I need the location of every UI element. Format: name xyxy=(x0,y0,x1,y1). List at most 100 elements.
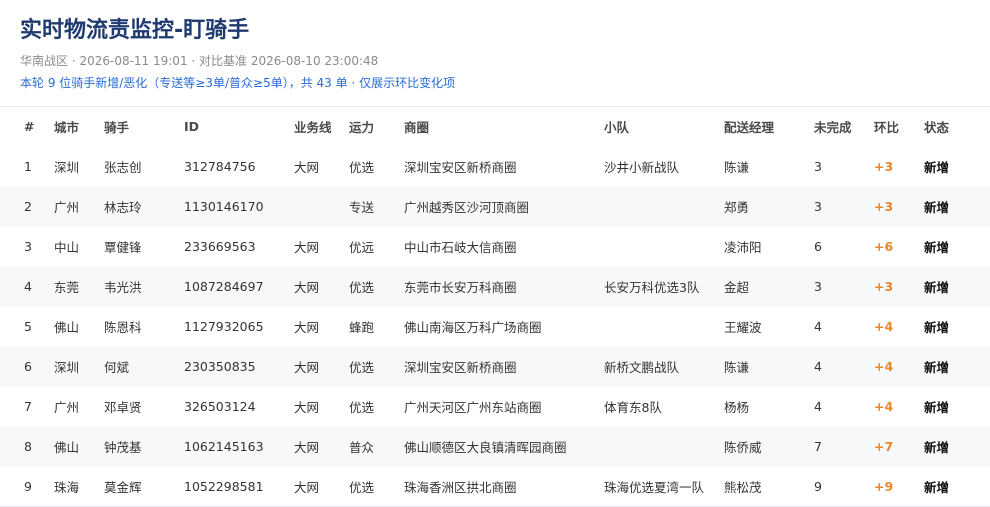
cell-id: 1127932065 xyxy=(184,319,264,334)
cell-business-line: 大网 xyxy=(294,440,320,455)
cell-district: 广州越秀区沙河顶商圈 xyxy=(404,200,530,215)
cell-team: 长安万科优选3队 xyxy=(604,280,700,295)
cell-id: 312784756 xyxy=(184,159,256,174)
cell-team xyxy=(604,307,724,347)
table-row: 8 佛山 钟茂基 1062145163 大网 普众 佛山顺德区大良镇清晖园商圈 陈侨威 7 +7 新… xyxy=(0,426,990,467)
cell-manager: 陈侨威 xyxy=(724,440,762,455)
cell-pending: 4 xyxy=(814,319,822,334)
cell-team: 新桥文鹏战队 xyxy=(604,360,680,375)
cell-pending: 3 xyxy=(814,279,822,294)
cell-district: 佛山顺德区大良镇清晖园商圈 xyxy=(404,440,567,455)
cell-district: 珠海香洲区拱北商圈 xyxy=(404,479,517,495)
cell-index: 1 xyxy=(24,159,32,174)
cell-delta: +3 xyxy=(874,159,894,174)
cell-status: 新增 xyxy=(924,160,950,175)
table-row: 9 珠海 莫金辉 1052298581 大网 优选 珠海香洲区拱北商圈 珠海优选夏湾一队 熊松茂… xyxy=(0,467,990,507)
cell-pending: 4 xyxy=(814,359,822,374)
cell-city: 广州 xyxy=(54,200,80,215)
cell-capacity: 优选 xyxy=(349,360,375,375)
cell-city: 广州 xyxy=(54,400,80,415)
cell-index: 4 xyxy=(24,279,32,294)
table-row: 2 广州 林志玲 1130146170 专送 广州越秀区沙河顶商圈 郑勇 3 +3 新增 xyxy=(0,186,990,227)
cell-city: 东莞 xyxy=(54,280,80,295)
cell-status: 新增 xyxy=(924,360,950,375)
cell-index: 5 xyxy=(24,319,32,334)
column-header-id: ID xyxy=(184,119,200,135)
cell-rider: 钟茂基 xyxy=(104,440,142,455)
cell-city: 深圳 xyxy=(54,160,80,175)
cell-delta: +7 xyxy=(874,439,894,454)
cell-capacity: 优选 xyxy=(349,280,375,295)
cell-manager: 陈谦 xyxy=(724,360,750,375)
column-header-pending: 未完成 xyxy=(814,120,852,136)
cell-city: 佛山 xyxy=(54,320,80,335)
cell-pending: 6 xyxy=(814,239,822,254)
page-subtitle: 华南战区 · 2026-08-11 19:01 · 对比基准 2026-08-1… xyxy=(20,54,379,68)
column-header-rider: 骑手 xyxy=(104,120,130,136)
column-header-status: 状态 xyxy=(924,120,950,136)
cell-manager: 凌沛阳 xyxy=(724,240,762,255)
cell-rider: 韦光洪 xyxy=(104,280,142,295)
table-body: 1 深圳 张志创 312784756 大网 优选 深圳宝安区新桥商圈 沙井小新战队 陈谦 3 +3 新… xyxy=(0,147,990,507)
cell-status: 新增 xyxy=(924,240,950,255)
cell-team: 沙井小新战队 xyxy=(604,160,680,175)
cell-delta: +3 xyxy=(874,279,894,294)
cell-business-line: 大网 xyxy=(294,240,320,255)
cell-capacity: 专送 xyxy=(349,200,375,215)
cell-index: 6 xyxy=(24,359,32,374)
column-header-delta: 环比 xyxy=(874,120,900,136)
cell-district: 中山市石岐大信商圈 xyxy=(404,240,517,255)
cell-capacity: 优选 xyxy=(349,479,375,495)
cell-manager: 陈谦 xyxy=(724,160,750,175)
cell-id: 1052298581 xyxy=(184,478,264,494)
cell-pending: 3 xyxy=(814,159,822,174)
cell-index: 2 xyxy=(24,199,32,214)
cell-status: 新增 xyxy=(924,440,950,455)
cell-manager: 杨杨 xyxy=(724,400,750,415)
cell-status: 新增 xyxy=(924,200,950,215)
page-title: 实时物流责监控-盯骑手 xyxy=(20,18,250,43)
cell-manager: 郑勇 xyxy=(724,200,750,215)
cell-business-line: 大网 xyxy=(294,360,320,375)
cell-rider: 覃健锋 xyxy=(104,240,142,255)
cell-capacity: 优选 xyxy=(349,160,375,175)
table-row: 4 东莞 韦光洪 1087284697 大网 优选 东莞市长安万科商圈 长安万科优选3队 金超 3… xyxy=(0,266,990,307)
cell-status: 新增 xyxy=(924,400,950,415)
cell-capacity: 优选 xyxy=(349,400,375,415)
cell-rider: 莫金辉 xyxy=(104,479,142,495)
cell-business-line: 大网 xyxy=(294,280,320,295)
cell-district: 广州天河区广州东站商圈 xyxy=(404,400,542,415)
cell-district: 深圳宝安区新桥商圈 xyxy=(404,360,517,375)
cell-index: 8 xyxy=(24,439,32,454)
summary-notice: 本轮 9 位骑手新增/恶化（专送等≥3单/普众≥5单），共 43 单 · 仅展示… xyxy=(20,76,456,90)
cell-delta: +9 xyxy=(874,478,894,494)
cell-city: 深圳 xyxy=(54,360,80,375)
cell-district: 深圳宝安区新桥商圈 xyxy=(404,160,517,175)
cell-city: 佛山 xyxy=(54,440,80,455)
column-header-index: # xyxy=(24,119,35,135)
cell-pending: 3 xyxy=(814,199,822,214)
table-row: 5 佛山 陈恩科 1127932065 大网 蜂跑 佛山南海区万科广场商圈 王耀波 4 +4 新增 xyxy=(0,307,990,347)
cell-status: 新增 xyxy=(924,479,950,495)
cell-manager: 王耀波 xyxy=(724,320,762,335)
cell-district: 佛山南海区万科广场商圈 xyxy=(404,320,542,335)
table-row: 7 广州 邓卓贤 326503124 大网 优选 广州天河区广州东站商圈 体育东8队 杨杨 4 +4… xyxy=(0,387,990,427)
cell-index: 3 xyxy=(24,239,32,254)
cell-team xyxy=(604,427,724,467)
cell-rider: 邓卓贤 xyxy=(104,400,142,415)
table-row: 6 深圳 何斌 230350835 大网 优选 深圳宝安区新桥商圈 新桥文鹏战队 陈谦 4 +4 新增 xyxy=(0,346,990,387)
cell-id: 1062145163 xyxy=(184,439,264,454)
table-row: 1 深圳 张志创 312784756 大网 优选 深圳宝安区新桥商圈 沙井小新战队 陈谦 3 +3 新… xyxy=(0,147,990,187)
cell-id: 230350835 xyxy=(184,359,256,374)
cell-business-line xyxy=(294,187,349,227)
cell-id: 326503124 xyxy=(184,399,256,414)
cell-pending: 9 xyxy=(814,478,822,494)
cell-delta: +4 xyxy=(874,359,894,374)
cell-team: 体育东8队 xyxy=(604,400,662,415)
cell-index: 9 xyxy=(24,478,32,494)
cell-team xyxy=(604,227,724,267)
cell-status: 新增 xyxy=(924,280,950,295)
cell-manager: 熊松茂 xyxy=(724,479,762,495)
cell-capacity: 优远 xyxy=(349,240,375,255)
cell-rider: 张志创 xyxy=(104,160,142,175)
